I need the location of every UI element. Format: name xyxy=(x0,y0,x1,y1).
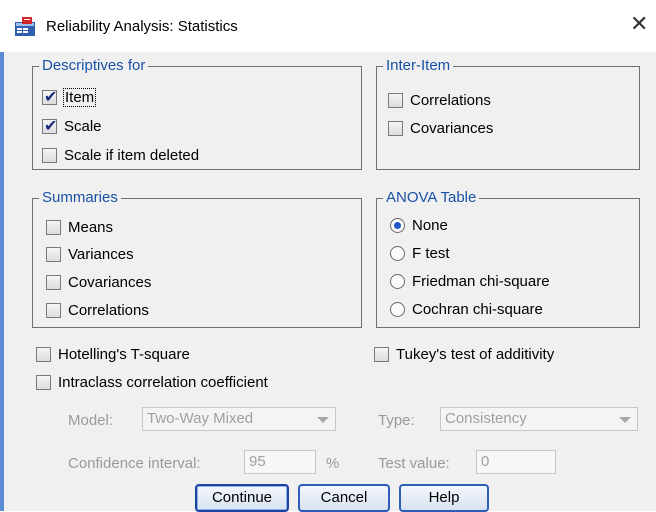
means-label: Means xyxy=(68,218,114,236)
inter-item-group: Inter-Item xyxy=(376,58,640,170)
anova-f-test-label: F test xyxy=(412,244,450,262)
checkbox-icon[interactable] xyxy=(374,346,389,362)
confidence-interval-input[interactable]: 95 xyxy=(244,450,316,474)
checkbox-icon[interactable] xyxy=(46,246,61,262)
inter-item-correlations-label: Correlations xyxy=(410,91,491,109)
confidence-interval-label: Confidence interval: xyxy=(68,455,201,472)
radio-icon[interactable] xyxy=(390,301,405,317)
checkbox-icon[interactable] xyxy=(46,302,61,318)
title-bar: Reliability Analysis: Statistics ✕ xyxy=(0,0,656,52)
dialog-body: Descriptives for Item Scale Scale if ite… xyxy=(4,52,656,512)
summaries-legend: Summaries xyxy=(42,189,118,206)
continue-button[interactable]: Continue xyxy=(195,484,289,512)
model-dropdown-value: Two-Way Mixed xyxy=(147,410,254,427)
anova-f-test-radio[interactable]: F test xyxy=(390,242,450,264)
dropdown-arrow-icon xyxy=(317,417,329,423)
radio-icon[interactable] xyxy=(390,245,405,261)
hotellings-t-square-checkbox[interactable]: Hotelling's T-square xyxy=(36,343,190,365)
item-label: Item xyxy=(62,87,97,107)
anova-cochran-label: Cochran chi-square xyxy=(412,300,543,318)
window-title: Reliability Analysis: Statistics xyxy=(46,18,238,35)
checkbox-icon[interactable] xyxy=(36,346,51,362)
scale-label: Scale xyxy=(64,117,102,135)
scale-if-item-deleted-label: Scale if item deleted xyxy=(64,146,200,164)
radio-selected-icon[interactable] xyxy=(390,217,405,233)
tukeys-test-checkbox[interactable]: Tukey's test of additivity xyxy=(374,343,554,365)
scale-if-item-deleted-checkbox[interactable]: Scale if item deleted xyxy=(42,144,199,166)
checkbox-icon[interactable] xyxy=(46,274,61,290)
intraclass-correlation-checkbox[interactable]: Intraclass correlation coefficient xyxy=(36,371,268,393)
spss-dialog-icon xyxy=(15,17,35,36)
anova-table-legend: ANOVA Table xyxy=(386,189,477,206)
checkbox-checked-icon[interactable] xyxy=(42,87,57,106)
descriptives-legend: Descriptives for xyxy=(42,57,146,74)
summary-correlations-checkbox[interactable]: Correlations xyxy=(46,299,149,321)
checkbox-icon[interactable] xyxy=(388,92,403,108)
variances-label: Variances xyxy=(68,245,134,263)
cancel-button[interactable]: Cancel xyxy=(298,484,390,512)
checkbox-icon[interactable] xyxy=(46,219,61,235)
intraclass-correlation-label: Intraclass correlation coefficient xyxy=(58,373,268,391)
checkbox-checked-icon[interactable] xyxy=(42,116,57,135)
means-checkbox[interactable]: Means xyxy=(46,216,113,238)
summary-correlations-label: Correlations xyxy=(68,301,149,319)
inter-item-legend: Inter-Item xyxy=(386,57,451,74)
checkbox-icon[interactable] xyxy=(388,120,403,136)
model-label: Model: xyxy=(68,412,114,429)
tukeys-test-label: Tukey's test of additivity xyxy=(396,345,555,363)
model-dropdown[interactable]: Two-Way Mixed xyxy=(142,407,336,431)
variances-checkbox[interactable]: Variances xyxy=(46,243,134,265)
item-checkbox[interactable]: Item xyxy=(42,86,97,108)
type-dropdown-value: Consistency xyxy=(445,410,527,427)
summary-covariances-label: Covariances xyxy=(68,273,152,291)
help-button[interactable]: Help xyxy=(399,484,489,512)
anova-friedman-radio[interactable]: Friedman chi-square xyxy=(390,270,550,292)
test-value-label: Test value: xyxy=(378,455,450,472)
type-dropdown[interactable]: Consistency xyxy=(440,407,638,431)
dropdown-arrow-icon xyxy=(619,417,631,423)
close-icon[interactable]: ✕ xyxy=(630,12,648,36)
inter-item-covariances-label: Covariances xyxy=(410,119,494,137)
anova-none-radio[interactable]: None xyxy=(390,214,448,236)
type-label: Type: xyxy=(378,412,415,429)
scale-checkbox[interactable]: Scale xyxy=(42,115,102,137)
anova-friedman-label: Friedman chi-square xyxy=(412,272,550,290)
anova-none-label: None xyxy=(412,216,448,234)
inter-item-covariances-checkbox[interactable]: Covariances xyxy=(388,117,493,139)
checkbox-icon[interactable] xyxy=(42,147,57,163)
hotellings-t-square-label: Hotelling's T-square xyxy=(58,345,190,363)
inter-item-correlations-checkbox[interactable]: Correlations xyxy=(388,89,491,111)
radio-icon[interactable] xyxy=(390,273,405,289)
test-value-input[interactable]: 0 xyxy=(476,450,556,474)
checkbox-icon[interactable] xyxy=(36,374,51,390)
summary-covariances-checkbox[interactable]: Covariances xyxy=(46,271,151,293)
anova-cochran-radio[interactable]: Cochran chi-square xyxy=(390,298,543,320)
confidence-interval-unit: % xyxy=(326,455,340,472)
